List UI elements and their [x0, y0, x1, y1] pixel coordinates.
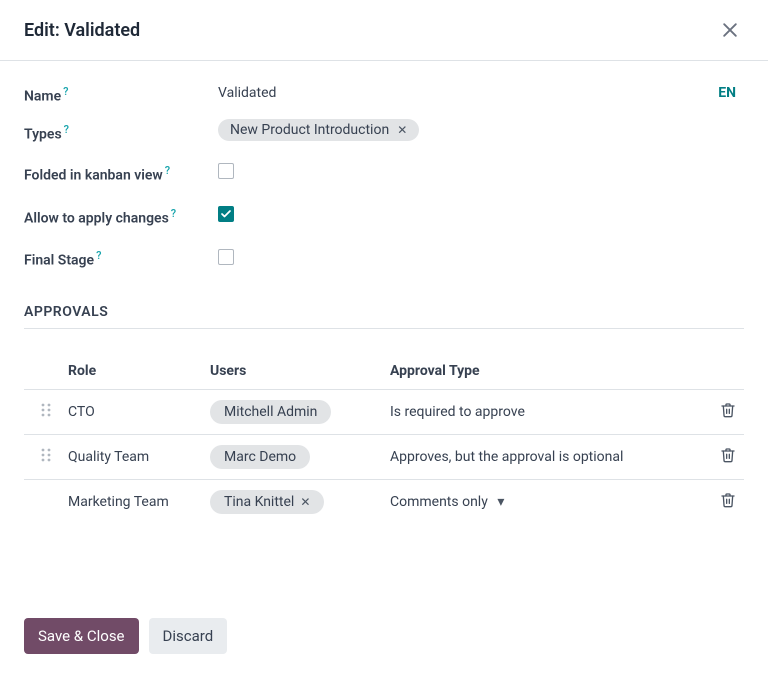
approval-type-cell[interactable]: Approves, but the approval is optional: [382, 435, 708, 480]
role-cell[interactable]: Marketing Team: [60, 480, 202, 525]
trash-icon: [720, 402, 736, 418]
final-stage-checkbox[interactable]: [218, 249, 234, 265]
user-pill[interactable]: Tina Knittel ✕: [210, 490, 324, 514]
remove-tag-icon[interactable]: ✕: [395, 123, 409, 137]
label-types: Types?: [24, 119, 218, 143]
field-name: Name? Validated EN: [24, 81, 744, 105]
language-button[interactable]: EN: [718, 85, 744, 101]
user-pill[interactable]: Mitchell Admin: [210, 400, 331, 424]
edit-stage-modal: Edit: Validated Name? Validated EN Types…: [0, 0, 768, 676]
label-allow-changes: Allow to apply changes?: [24, 206, 218, 229]
help-icon[interactable]: ?: [96, 249, 101, 262]
approval-type-cell[interactable]: Is required to approve: [382, 390, 708, 435]
table-row: CTO Mitchell Admin Is required to approv…: [24, 390, 744, 435]
approvals-section-title: APPROVALS: [24, 304, 744, 329]
save-close-button[interactable]: Save & Close: [24, 618, 139, 654]
help-icon[interactable]: ?: [63, 85, 68, 98]
drag-handle-icon[interactable]: [40, 403, 52, 417]
name-input[interactable]: Validated: [218, 81, 276, 105]
delete-row-button[interactable]: [720, 496, 736, 512]
close-button[interactable]: [716, 16, 744, 44]
modal-header: Edit: Validated: [0, 0, 768, 61]
help-icon[interactable]: ?: [171, 207, 176, 220]
remove-user-icon[interactable]: ✕: [300, 495, 310, 509]
close-icon: [720, 20, 740, 40]
chevron-down-icon: ▾: [497, 494, 504, 510]
trash-icon: [720, 447, 736, 463]
role-cell[interactable]: Quality Team: [60, 435, 202, 480]
field-final-stage: Final Stage?: [24, 249, 744, 269]
table-row: Marketing Team Tina Knittel ✕ Comments o…: [24, 480, 744, 525]
delete-row-button[interactable]: [720, 451, 736, 467]
field-allow-changes: Allow to apply changes?: [24, 206, 744, 229]
modal-body: Name? Validated EN Types? New Product In…: [0, 61, 768, 604]
check-icon: [220, 208, 232, 220]
user-pill[interactable]: Marc Demo: [210, 445, 310, 469]
help-icon[interactable]: ?: [165, 164, 170, 177]
col-type: Approval Type: [382, 353, 708, 390]
help-icon[interactable]: ?: [64, 123, 69, 136]
field-types: Types? New Product Introduction ✕: [24, 119, 744, 143]
approvals-table: Role Users Approval Type: [24, 353, 744, 524]
trash-icon: [720, 492, 736, 508]
type-tag[interactable]: New Product Introduction ✕: [218, 119, 419, 141]
drag-handle-icon[interactable]: [40, 448, 52, 462]
col-role: Role: [60, 353, 202, 390]
role-cell[interactable]: CTO: [60, 390, 202, 435]
allow-changes-checkbox[interactable]: [218, 206, 234, 222]
delete-row-button[interactable]: [720, 406, 736, 422]
label-name: Name?: [24, 81, 218, 105]
folded-checkbox[interactable]: [218, 163, 234, 179]
col-users: Users: [202, 353, 382, 390]
approval-type-select[interactable]: Comments only ▾: [382, 480, 708, 525]
label-folded: Folded in kanban view?: [24, 163, 218, 186]
discard-button[interactable]: Discard: [149, 618, 228, 654]
modal-title: Edit: Validated: [24, 20, 140, 41]
field-folded: Folded in kanban view?: [24, 163, 744, 186]
label-final-stage: Final Stage?: [24, 249, 218, 269]
modal-footer: Save & Close Discard: [0, 604, 768, 676]
table-row: Quality Team Marc Demo Approves, but the…: [24, 435, 744, 480]
